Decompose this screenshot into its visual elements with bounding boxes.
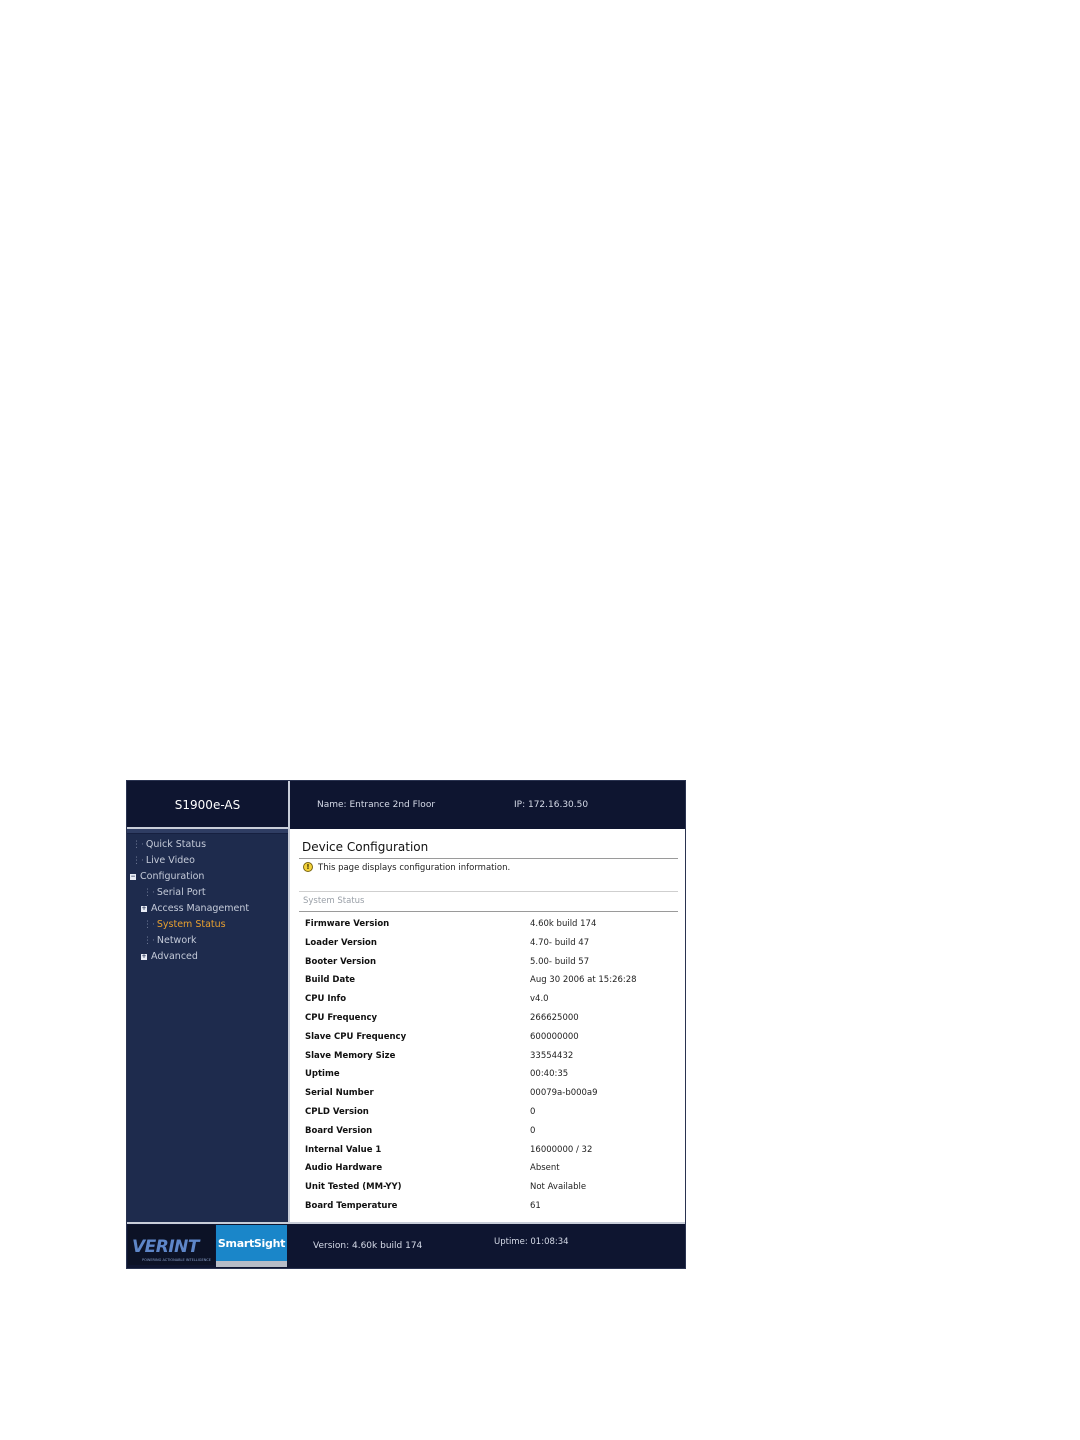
footer-version: Version: 4.60k build 174	[313, 1241, 423, 1251]
collapse-icon[interactable]: −	[130, 874, 136, 880]
table-row: Uptime 00:40:35	[290, 1065, 685, 1084]
table-row: Board Temperature 61	[290, 1197, 685, 1216]
sidebar-item-access-management[interactable]: + Access Management	[141, 903, 249, 914]
tree-connector: ⋮·	[132, 856, 144, 866]
expand-icon[interactable]: +	[141, 954, 147, 960]
row-value: 00:40:35	[530, 1069, 569, 1080]
sidebar-item-live-video[interactable]: ⋮· Live Video	[132, 855, 195, 866]
table-row: Firmware Version 4.60k build 174	[290, 915, 685, 934]
sidebar-top-band	[127, 829, 288, 834]
row-value: 61	[530, 1201, 541, 1211]
row-label: Audio Hardware	[305, 1163, 383, 1174]
row-value: Not Available	[530, 1182, 587, 1193]
expand-icon[interactable]: +	[141, 906, 147, 912]
table-row: Audio Hardware Absent	[290, 1159, 685, 1178]
row-value: Aug 30 2006 at 15:26:28	[530, 975, 637, 986]
smartsight-logo: SmartSight	[216, 1225, 287, 1261]
table-row: CPU Info v4.0	[290, 990, 685, 1009]
device-ip: IP: 172.16.30.50	[514, 800, 589, 810]
verint-logo-tagline: POWERING ACTIONABLE INTELLIGENCE	[142, 1258, 211, 1262]
row-value: 16000000 / 32	[530, 1144, 593, 1155]
sidebar-item-configuration[interactable]: − Configuration	[130, 871, 204, 882]
tree-connector: ⋮·	[143, 936, 155, 946]
table-row: Internal Value 1 16000000 / 32	[290, 1141, 685, 1160]
sidebar-item-label: Quick Status	[145, 839, 207, 850]
section-rule-top	[299, 891, 678, 892]
row-label: Uptime	[305, 1069, 340, 1080]
header-bar: Name: Entrance 2nd Floor IP: 172.16.30.5…	[289, 781, 685, 828]
row-value: 0	[530, 1125, 536, 1136]
table-row: Loader Version 4.70- build 47	[290, 934, 685, 953]
main-content: Device Configuration ! This page display…	[290, 829, 685, 1222]
row-value: Absent	[530, 1163, 560, 1174]
model-title: S1900e-AS	[174, 797, 241, 812]
sidebar-item-system-status[interactable]: ⋮· System Status	[143, 919, 226, 930]
sidebar-item-label: System Status	[156, 919, 226, 930]
row-label: CPU Info	[305, 994, 347, 1005]
row-value: 600000000	[530, 1031, 579, 1042]
tree-connector: ⋮·	[143, 888, 155, 898]
section-rule-bottom	[299, 911, 678, 912]
info-message: This page displays configuration informa…	[318, 863, 511, 873]
section-title: System Status	[303, 896, 365, 906]
verint-logo-text: VERINT	[132, 1237, 200, 1257]
row-label: Booter Version	[305, 956, 377, 967]
table-row: Unit Tested (MM-YY) Not Available	[290, 1178, 685, 1197]
sidebar-nav: ⋮· Quick Status ⋮· Live Video − Configurati…	[127, 829, 288, 1222]
footer-uptime: Uptime: 01:08:34	[494, 1237, 569, 1247]
row-label: CPLD Version	[305, 1107, 369, 1117]
device-name: Name: Entrance 2nd Floor	[317, 800, 436, 810]
tree-connector: ⋮·	[132, 840, 144, 850]
sidebar-item-serial-port[interactable]: ⋮· Serial Port	[143, 887, 206, 898]
footer-divider	[127, 1222, 685, 1224]
row-value: v4.0	[530, 994, 549, 1005]
row-value: 266625000	[530, 1013, 579, 1023]
row-value: 0	[530, 1107, 536, 1117]
warning-icon: !	[303, 862, 313, 872]
row-label: Slave CPU Frequency	[305, 1031, 407, 1042]
sidebar-item-advanced[interactable]: + Advanced	[141, 951, 198, 962]
verint-logo: VERINT POWERING ACTIONABLE INTELLIGENCE	[128, 1225, 215, 1265]
table-row: Build Date Aug 30 2006 at 15:26:28	[290, 971, 685, 990]
row-value: 4.60k build 174	[530, 919, 597, 929]
table-row: Slave CPU Frequency 600000000	[290, 1028, 685, 1047]
row-label: Firmware Version	[305, 919, 390, 929]
sidebar-item-label: Access Management	[151, 903, 250, 914]
row-label: Board Version	[305, 1125, 373, 1136]
row-label: Slave Memory Size	[305, 1050, 396, 1061]
row-label: Internal Value 1	[305, 1144, 382, 1155]
table-row: Serial Number 00079a-b000a9	[290, 1084, 685, 1103]
table-row: Slave Memory Size 33554432	[290, 1047, 685, 1066]
row-label: Build Date	[305, 975, 356, 986]
row-value: 33554432	[530, 1050, 574, 1061]
sidebar-item-label: Configuration	[140, 871, 205, 882]
tree-connector: ⋮·	[143, 920, 155, 930]
footer-bar: VERINT POWERING ACTIONABLE INTELLIGENCE …	[127, 1222, 685, 1268]
row-value: 5.00- build 57	[530, 956, 590, 967]
title-rule	[299, 858, 678, 859]
row-label: Serial Number	[305, 1088, 374, 1099]
row-label: Loader Version	[305, 937, 377, 948]
page-title: Device Configuration	[302, 840, 429, 854]
smartsight-logo-band	[216, 1261, 287, 1267]
sidebar-item-label: Serial Port	[156, 887, 206, 898]
sidebar-item-quick-status[interactable]: ⋮· Quick Status	[132, 839, 206, 850]
row-value: 00079a-b000a9	[530, 1088, 598, 1099]
sidebar-item-label: Advanced	[151, 951, 198, 962]
device-web-ui-window: S1900e-AS Name: Entrance 2nd Floor IP: 1…	[126, 780, 686, 1269]
row-label: CPU Frequency	[305, 1013, 378, 1023]
table-row: Booter Version 5.00- build 57	[290, 953, 685, 972]
row-label: Board Temperature	[305, 1201, 398, 1211]
sidebar-item-network[interactable]: ⋮· Network	[143, 935, 197, 946]
row-label: Unit Tested (MM-YY)	[305, 1182, 402, 1193]
table-row: CPLD Version 0	[290, 1103, 685, 1122]
table-row: Board Version 0	[290, 1122, 685, 1141]
sidebar-item-label: Network	[156, 935, 197, 946]
sidebar-item-label: Live Video	[145, 855, 195, 866]
row-value: 4.70- build 47	[530, 937, 590, 948]
table-row: CPU Frequency 266625000	[290, 1009, 685, 1028]
